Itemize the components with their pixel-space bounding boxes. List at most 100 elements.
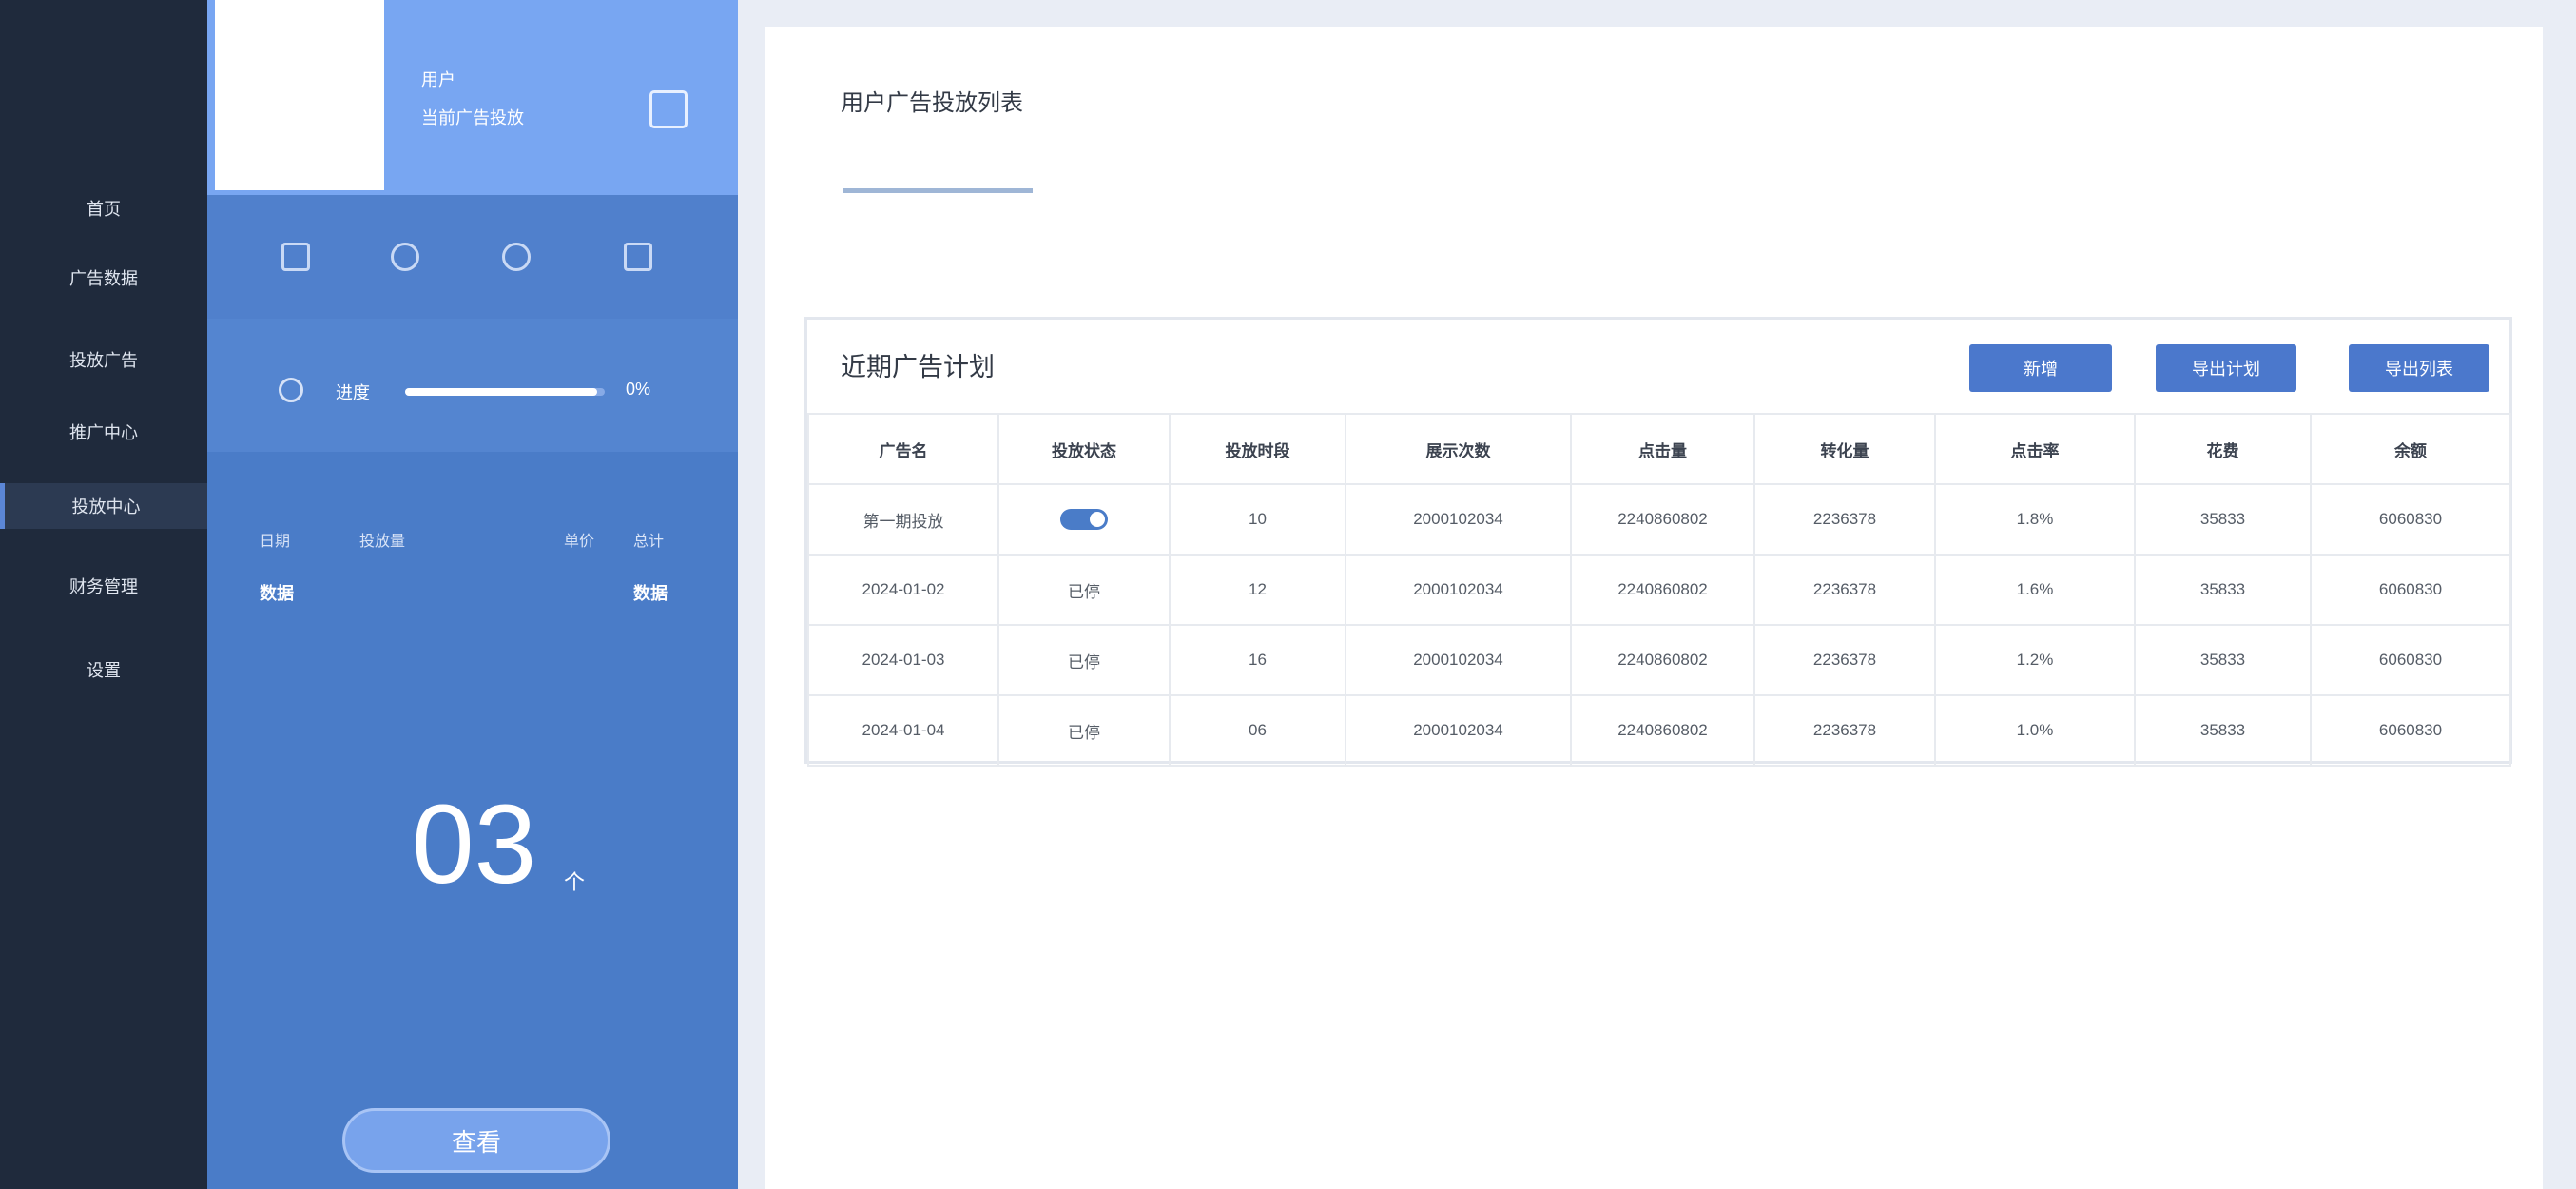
- column-header: 点击量: [1570, 413, 1755, 485]
- table-card: 近期广告计划 新增 导出计划 导出列表 广告名 投放状态 投放时段 展示次数 点…: [804, 317, 2512, 767]
- table-header-row: 广告名 投放状态 投放时段 展示次数 点击量 转化量 点击率 花费 余额: [807, 413, 2511, 485]
- column-header: 点击率: [1934, 413, 2136, 485]
- ad-table: 广告名 投放状态 投放时段 展示次数 点击量 转化量 点击率 花费 余额 第一期…: [807, 413, 2511, 767]
- table-row[interactable]: 2024-01-04 已停 06 2000102034 2240860802 2…: [807, 694, 2511, 767]
- table-cell: 2024-01-04: [807, 694, 999, 767]
- table-cell: 06: [1169, 694, 1346, 767]
- table-row[interactable]: 2024-01-03 已停 16 2000102034 2240860802 2…: [807, 624, 2511, 696]
- status-cell[interactable]: [997, 483, 1171, 556]
- table-cell: 6060830: [2310, 483, 2511, 556]
- table-row[interactable]: 2024-01-02 已停 12 2000102034 2240860802 2…: [807, 554, 2511, 626]
- sidebar-item-settings[interactable]: 设置: [0, 647, 207, 692]
- main-content: 用户广告投放列表 近期广告计划 新增 导出计划 导出列表 广告名 投放状态 投放…: [765, 27, 2543, 1189]
- status-toggle[interactable]: [1060, 509, 1108, 530]
- table-cell: 2240860802: [1570, 554, 1755, 626]
- progress-bar: [405, 388, 605, 396]
- table-cell: 2000102034: [1345, 694, 1572, 767]
- sidebar-item-home[interactable]: 首页: [0, 185, 207, 231]
- user-panel: 用户 当前广告投放 进度 0% 日期 投放量 单价 总计 数据 数据 03 个 …: [207, 0, 738, 1189]
- table-cell: 2236378: [1753, 624, 1936, 696]
- sidebar-item-label: 设置: [87, 661, 121, 680]
- table-cell: 2240860802: [1570, 624, 1755, 696]
- table-cell: 35833: [2134, 554, 2312, 626]
- sidebar-item-place-ads[interactable]: 投放广告: [0, 337, 207, 382]
- column-header: 花费: [2134, 413, 2312, 485]
- progress-fill: [405, 388, 597, 396]
- table-cell: 35833: [2134, 483, 2312, 556]
- column-header: 转化量: [1753, 413, 1936, 485]
- table-cell: 35833: [2134, 694, 2312, 767]
- status-cell: 已停: [997, 624, 1171, 696]
- column-header: 展示次数: [1345, 413, 1572, 485]
- column-header: 投放状态: [997, 413, 1171, 485]
- table-cell: 35833: [2134, 624, 2312, 696]
- progress-value: 0%: [626, 380, 651, 399]
- sidebar-item-delivery[interactable]: 投放中心: [0, 483, 207, 529]
- status-cell: 已停: [997, 694, 1171, 767]
- table-cell: 2236378: [1753, 483, 1936, 556]
- big-count-unit: 个: [564, 870, 586, 894]
- table-cell: 6060830: [2310, 554, 2511, 626]
- table-cell: 6060830: [2310, 694, 2511, 767]
- table-row[interactable]: 第一期投放 10 2000102034 2240860802 2236378 1…: [807, 483, 2511, 556]
- table-cell: 1.6%: [1934, 554, 2136, 626]
- table-cell: 2236378: [1753, 554, 1936, 626]
- user-header: 用户 当前广告投放: [207, 0, 738, 195]
- toggle-knob: [1090, 512, 1105, 527]
- export-list-button[interactable]: 导出列表: [2349, 344, 2489, 392]
- table-cell: 10: [1169, 483, 1346, 556]
- column-header: 投放时段: [1169, 413, 1346, 485]
- chat-icon[interactable]: [624, 243, 652, 271]
- view-button[interactable]: 查看: [342, 1108, 610, 1173]
- stats-header: 投放量: [359, 534, 406, 550]
- big-count: 03: [412, 782, 537, 907]
- table-cell: 2000102034: [1345, 554, 1572, 626]
- user-icon[interactable]: [391, 243, 419, 271]
- stats-header: 总计: [633, 534, 665, 550]
- table-cell: 1.2%: [1934, 624, 2136, 696]
- sidebar-item-label: 推广中心: [69, 423, 138, 442]
- stats-header: 日期: [260, 534, 291, 550]
- sidebar-item-label: 首页: [87, 200, 121, 219]
- export-plan-button[interactable]: 导出计划: [2156, 344, 2296, 392]
- user-name: 用户: [421, 70, 455, 89]
- user-subtitle: 当前广告投放: [421, 108, 524, 127]
- column-header: 广告名: [807, 413, 999, 485]
- tab-underline: [843, 188, 1033, 193]
- sidebar-item-promo[interactable]: 推广中心: [0, 409, 207, 455]
- calendar-icon[interactable]: [281, 243, 310, 271]
- table-cell: 2024-01-03: [807, 624, 999, 696]
- table-cell: 第一期投放: [807, 483, 999, 556]
- tool-row: [207, 195, 738, 319]
- sidebar-item-label: 投放广告: [69, 351, 138, 370]
- progress-row: 进度 0%: [207, 319, 738, 452]
- add-button[interactable]: 新增: [1969, 344, 2112, 392]
- sidebar-item-label: 广告数据: [69, 269, 138, 288]
- table-cell: 2024-01-02: [807, 554, 999, 626]
- status-cell: 已停: [997, 554, 1171, 626]
- column-header: 余额: [2310, 413, 2511, 485]
- table-cell: 2240860802: [1570, 694, 1755, 767]
- settings-icon[interactable]: [502, 243, 531, 271]
- table-cell: 6060830: [2310, 624, 2511, 696]
- table-cell: 1.0%: [1934, 694, 2136, 767]
- card-title: 近期广告计划: [841, 353, 995, 381]
- table-cell: 2236378: [1753, 694, 1936, 767]
- table-cell: 12: [1169, 554, 1346, 626]
- sidebar-item-label: 投放中心: [71, 497, 141, 517]
- exit-icon[interactable]: [649, 90, 688, 128]
- info-icon: [279, 378, 303, 402]
- table-cell: 1.8%: [1934, 483, 2136, 556]
- stats-header: 单价: [564, 534, 595, 550]
- stats-value: 数据: [260, 584, 294, 603]
- avatar: [215, 0, 384, 190]
- table-cell: 2240860802: [1570, 483, 1755, 556]
- table-cell: 16: [1169, 624, 1346, 696]
- sidebar: 首页 广告数据 投放广告 推广中心 投放中心 财务管理 设置: [0, 0, 207, 1189]
- sidebar-item-ad-data[interactable]: 广告数据: [0, 255, 207, 301]
- sidebar-item-finance[interactable]: 财务管理: [0, 563, 207, 609]
- table-cell: 2000102034: [1345, 483, 1572, 556]
- tab-ad-list[interactable]: 用户广告投放列表: [841, 84, 1023, 117]
- table-cell: 2000102034: [1345, 624, 1572, 696]
- progress-label: 进度: [336, 383, 370, 402]
